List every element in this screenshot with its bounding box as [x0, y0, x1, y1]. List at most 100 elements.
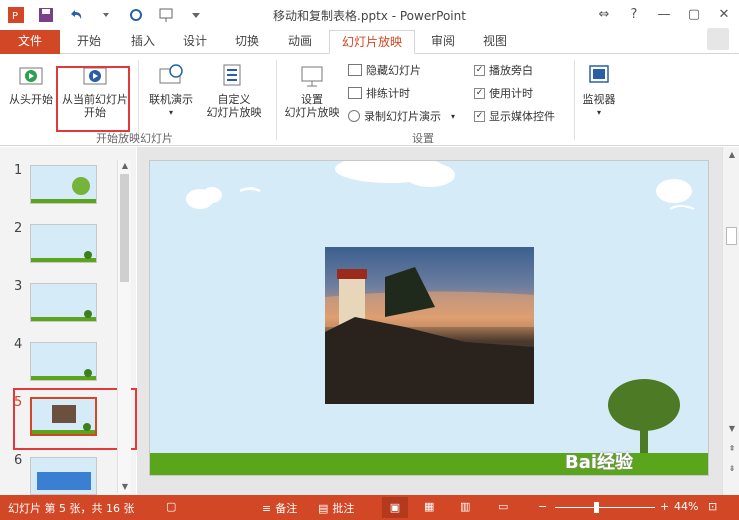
- scroll-down-icon[interactable]: ▼: [725, 423, 739, 435]
- record-label: 录制幻灯片演示: [364, 110, 441, 123]
- show-media-checkbox[interactable]: ✓ 显示媒体控件: [474, 108, 555, 124]
- zoom-level[interactable]: 44%: [674, 500, 698, 513]
- scroll-up-icon[interactable]: ▲: [725, 149, 739, 161]
- next-slide-icon[interactable]: ⇟: [725, 463, 739, 475]
- avatar[interactable]: [707, 28, 729, 50]
- slide-number: 2: [14, 221, 23, 236]
- group-label-start: 开始放映幻灯片: [96, 132, 173, 145]
- ribbon-separator: [138, 60, 139, 140]
- tree-graphic: [84, 369, 92, 377]
- slide-sorter-icon[interactable]: ▦: [424, 500, 434, 513]
- tab-insert[interactable]: 插入: [120, 30, 166, 54]
- show-media-label: 显示媒体控件: [489, 110, 555, 123]
- slide-thumbnail[interactable]: [30, 283, 97, 322]
- zoom-out-icon[interactable]: −: [538, 500, 547, 513]
- grass-strip: [31, 199, 96, 203]
- slide-thumbnail[interactable]: [30, 165, 97, 204]
- check-icon: ✓: [474, 87, 485, 99]
- comments-label: 批注: [332, 502, 355, 515]
- notes-icon: ≡: [262, 501, 272, 515]
- slide-thumbnail[interactable]: [30, 342, 97, 381]
- slide-thumbnail-panel: 1 2 3 4 5 6: [0, 147, 137, 495]
- restore-icon[interactable]: ▢: [679, 0, 709, 28]
- normal-view-icon[interactable]: ▣: [382, 497, 408, 518]
- tree-graphic: [608, 379, 680, 455]
- tab-view[interactable]: 视图: [472, 30, 518, 54]
- tab-design[interactable]: 设计: [172, 30, 218, 54]
- lighthouse-photo[interactable]: [325, 247, 534, 404]
- use-timing-label: 使用计时: [489, 87, 533, 100]
- prev-slide-icon[interactable]: ⇞: [725, 443, 739, 455]
- comments-button[interactable]: ▤ 批注: [318, 500, 354, 516]
- notes-label: 备注: [275, 502, 298, 515]
- rehearse-label: 排练计时: [366, 87, 410, 100]
- tab-animations[interactable]: 动画: [277, 30, 323, 54]
- rehearse-icon: [348, 87, 362, 99]
- scroll-thumb[interactable]: [120, 174, 129, 282]
- spellcheck-icon[interactable]: ▢: [166, 500, 176, 513]
- setup-show-button[interactable]: 设置 幻灯片放映: [282, 62, 342, 119]
- thumbnail-scrollbar[interactable]: ▲ ▼: [117, 160, 131, 493]
- ribbon-separator: [276, 60, 277, 140]
- group-label-setup: 设置: [412, 132, 434, 145]
- slide-scrollbar[interactable]: ▲ ▼ ⇞ ⇟: [722, 147, 739, 495]
- from-start-label: 从头开始: [9, 93, 53, 106]
- chevron-down-icon: ▾: [596, 108, 601, 117]
- help-icon[interactable]: ?: [619, 0, 649, 28]
- title-bar: P 移动和复制表格.pptx - PowerPoint ⇔ ? — ▢ ✕: [0, 0, 739, 30]
- tab-transitions[interactable]: 切换: [224, 30, 270, 54]
- from-start-button[interactable]: 从头开始: [6, 62, 56, 106]
- slide-canvas[interactable]: [149, 160, 709, 476]
- scroll-up-icon[interactable]: ▲: [118, 160, 132, 172]
- scroll-down-icon[interactable]: ▼: [118, 481, 132, 493]
- scroll-thumb[interactable]: [726, 227, 737, 245]
- comment-icon: ▤: [318, 501, 329, 515]
- record-button[interactable]: 录制幻灯片演示 ▾: [348, 108, 455, 124]
- hide-slide-button[interactable]: 隐藏幻灯片: [348, 62, 421, 78]
- globe-present-icon: [159, 64, 183, 84]
- tree-graphic: [84, 251, 92, 259]
- zoom-in-icon[interactable]: +: [660, 500, 669, 513]
- use-timing-checkbox[interactable]: ✓ 使用计时: [474, 85, 533, 101]
- zoom-slider-knob[interactable]: [594, 502, 599, 513]
- zoom-slider[interactable]: [555, 507, 655, 508]
- custom-show-label-1: 自定义: [217, 93, 251, 106]
- minimize-icon[interactable]: —: [649, 0, 679, 28]
- monitor-icon: [589, 65, 609, 83]
- tab-home[interactable]: 开始: [66, 30, 112, 54]
- fit-slide-icon[interactable]: ⊡: [708, 500, 717, 513]
- tab-review[interactable]: 审阅: [420, 30, 466, 54]
- ribbon-separator: [574, 60, 575, 140]
- rehearse-button[interactable]: 排练计时: [348, 85, 410, 101]
- notes-button[interactable]: ≡ 备注: [262, 500, 297, 516]
- online-present-button[interactable]: 联机演示 ▾: [144, 62, 198, 119]
- watermark: Bai经验: [565, 452, 634, 473]
- tab-file[interactable]: 文件: [0, 30, 60, 54]
- lighthouse-graphic: [325, 267, 534, 404]
- ribbon-slideshow: 从头开始 从当前幻灯片 开始 联机演示 ▾ 自定义 幻灯片放映 开始放映幻灯片 …: [0, 54, 739, 146]
- slide-count: 幻灯片 第 5 张，共 16 张: [8, 500, 134, 516]
- play-narration-checkbox[interactable]: ✓ 播放旁白: [474, 62, 533, 78]
- slide-thumbnail[interactable]: [30, 457, 97, 495]
- custom-show-button[interactable]: 自定义 幻灯片放映: [198, 62, 270, 119]
- ribbon-tabs: 文件 开始 插入 设计 切换 动画 幻灯片放映 审阅 视图: [0, 30, 739, 54]
- close-icon[interactable]: ✕: [709, 0, 739, 28]
- ribbon-display-icon[interactable]: ⇔: [589, 0, 619, 28]
- monitor-button[interactable]: 监视器 ▾: [578, 62, 620, 119]
- slideshow-view-icon[interactable]: ▭: [498, 500, 508, 513]
- chevron-down-icon: ▾: [451, 111, 456, 121]
- monitor-label: 监视器: [582, 93, 616, 106]
- record-icon: [348, 110, 360, 122]
- slide-number: 3: [14, 279, 23, 294]
- slide-thumbnail[interactable]: [30, 224, 97, 263]
- setup-show-label-1: 设置: [301, 93, 323, 106]
- setup-show-label-2: 幻灯片放映: [284, 106, 340, 119]
- play-narration-label: 播放旁白: [489, 64, 533, 77]
- reading-view-icon[interactable]: ▥: [460, 500, 470, 513]
- play-from-start-icon: [19, 67, 43, 85]
- check-icon: ✓: [474, 64, 485, 76]
- status-bar: 幻灯片 第 5 张，共 16 张 ▢ ≡ 备注 ▤ 批注 ▣ ▦ ▥ ▭ − +…: [0, 495, 739, 520]
- tab-slideshow[interactable]: 幻灯片放映: [329, 30, 415, 54]
- tree-graphic: [84, 310, 92, 318]
- check-icon: ✓: [474, 110, 485, 122]
